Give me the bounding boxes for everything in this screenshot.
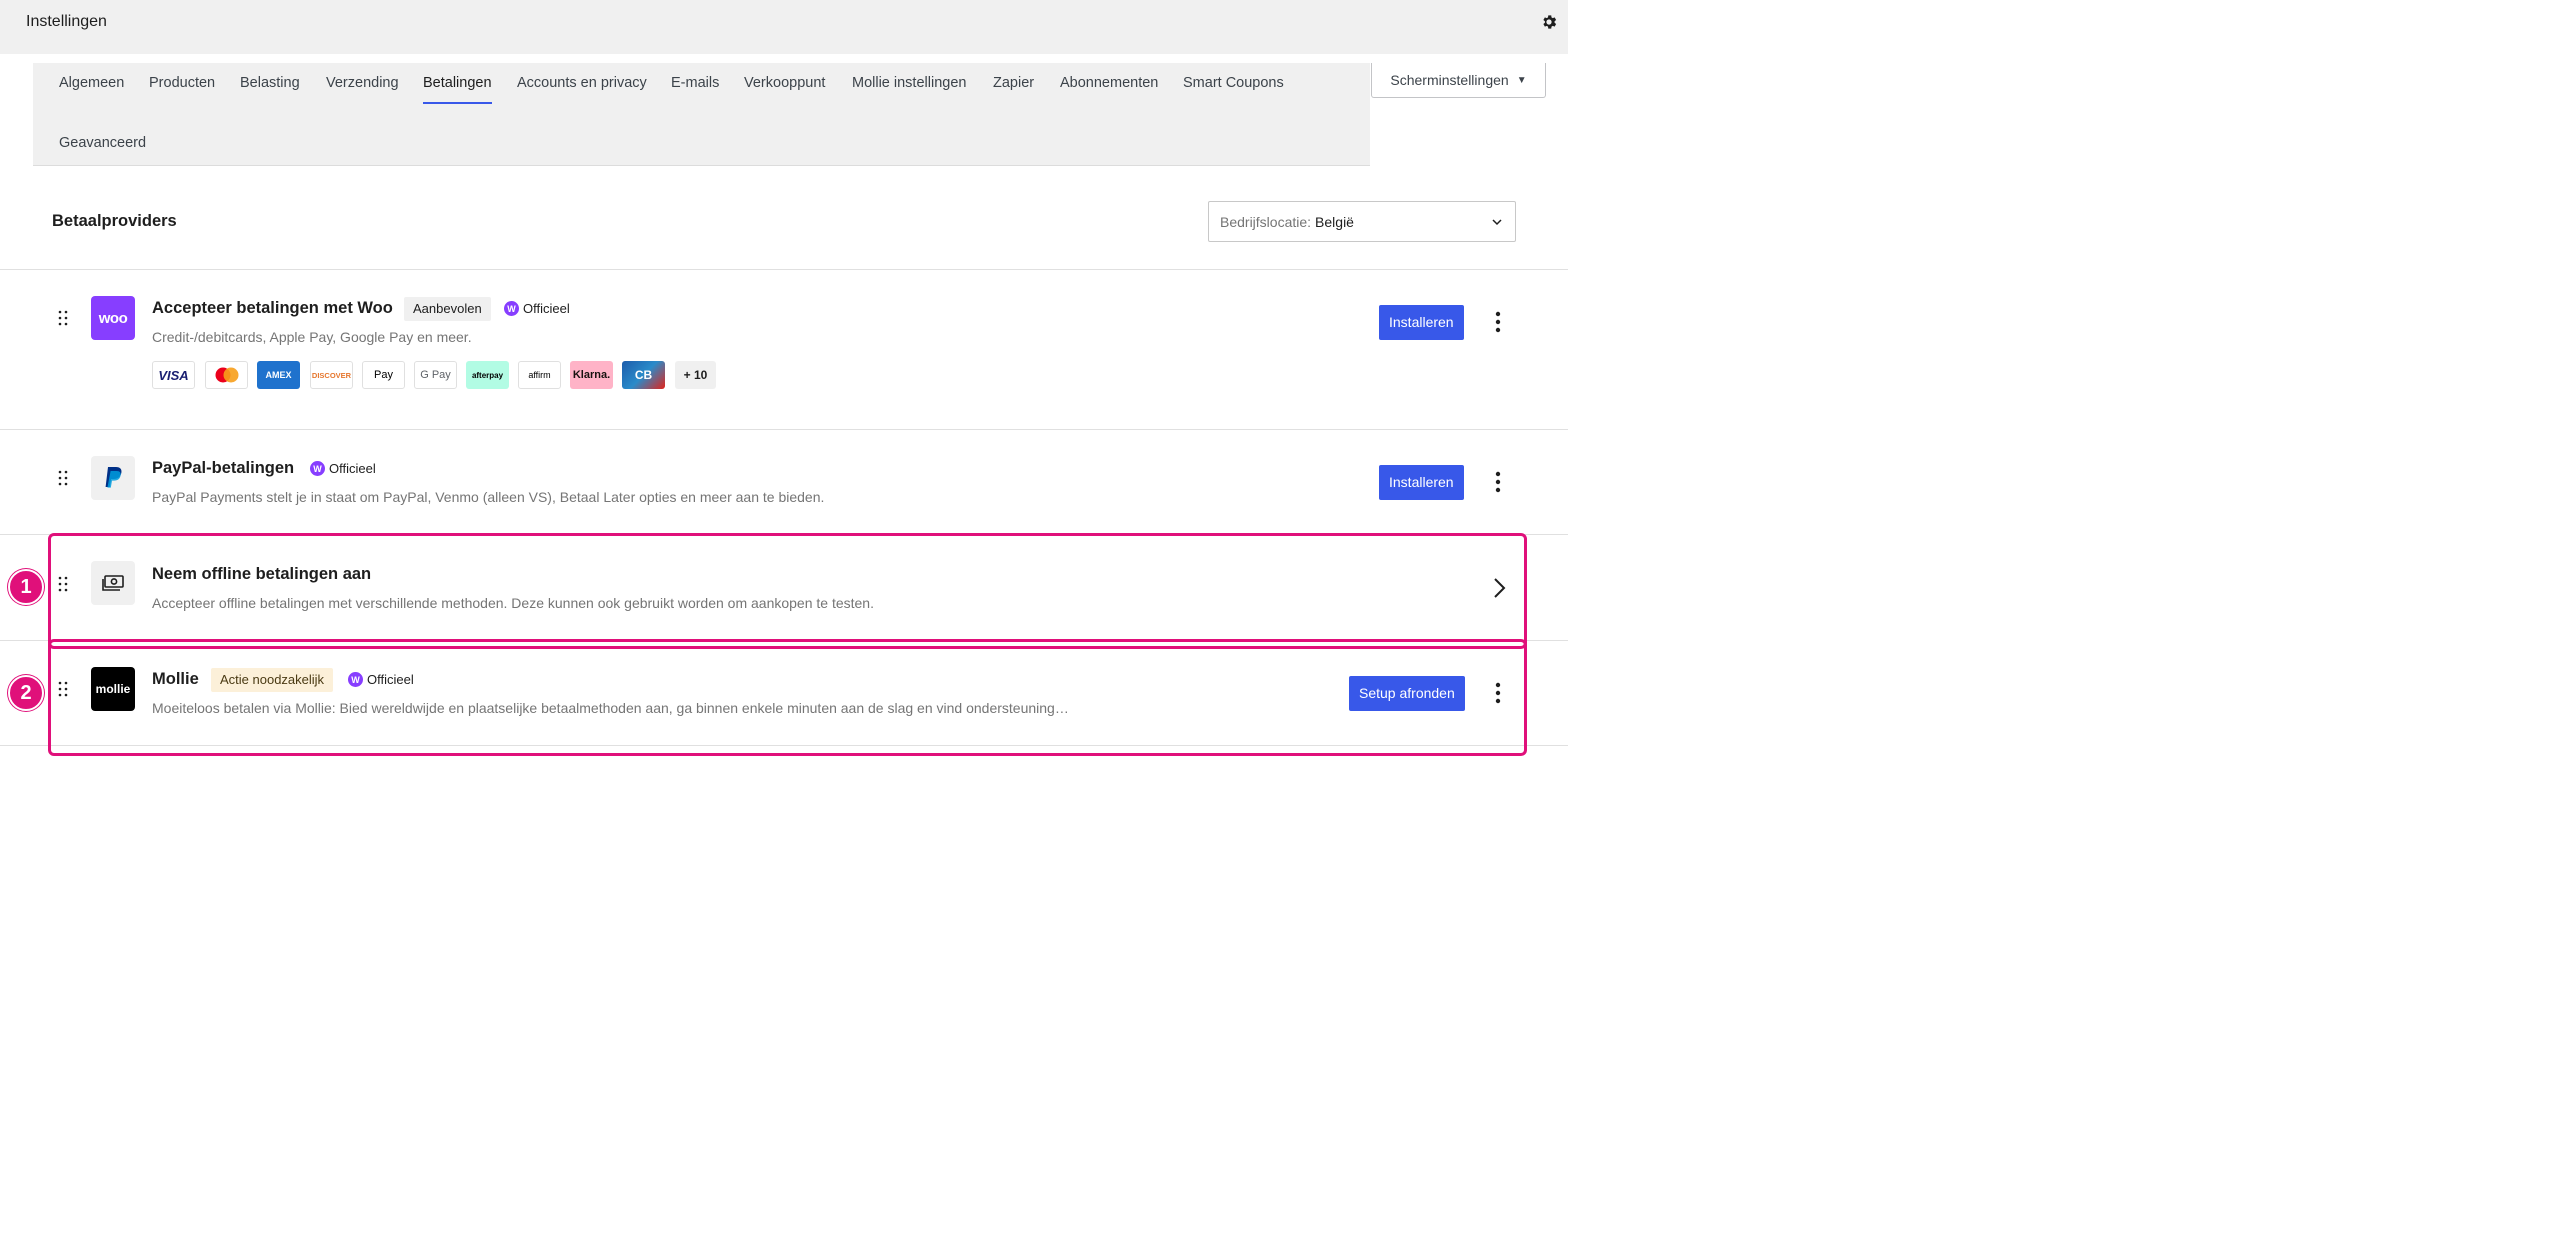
google-pay-icon: G Pay — [414, 361, 457, 389]
install-paypal-button[interactable]: Installeren — [1379, 465, 1464, 500]
highlight-box-2 — [48, 639, 1527, 756]
afterpay-icon: afterpay — [466, 361, 509, 389]
klarna-label: Klarna. — [572, 369, 611, 381]
gear-icon[interactable] — [1540, 13, 1558, 31]
official-badge: W Officieel — [504, 301, 570, 316]
business-location-select[interactable]: Bedrijfslocatie: België — [1208, 201, 1516, 242]
tab-accounts-en-privacy[interactable]: Accounts en privacy — [517, 75, 647, 91]
location-value: België — [1315, 213, 1354, 230]
paypal-icon — [105, 467, 122, 488]
visa-label: VISA — [158, 367, 189, 383]
screen-options-button[interactable]: Scherminstellingen ▼ — [1371, 63, 1546, 98]
discover-label: DISCOVER — [311, 370, 352, 380]
discover-icon: DISCOVER — [310, 361, 353, 389]
provider-name: PayPal-betalingen — [152, 459, 295, 477]
annotation-marker-2: 2 — [8, 675, 44, 711]
tab-producten[interactable]: Producten — [149, 75, 215, 91]
tab-abonnementen[interactable]: Abonnementen — [1060, 75, 1158, 91]
tab-mollie-instellingen[interactable]: Mollie instellingen — [852, 75, 966, 91]
provider-description: Credit-/debitcards, Apple Pay, Google Pa… — [152, 329, 472, 345]
apple-pay-label: Pay — [374, 369, 393, 381]
tab-betalingen[interactable]: Betalingen — [423, 75, 492, 104]
annotation-marker-1: 1 — [8, 569, 44, 605]
afterpay-label: afterpay — [471, 370, 504, 380]
tab-smart-coupons[interactable]: Smart Coupons — [1183, 75, 1284, 91]
location-label: Bedrijfslocatie: — [1220, 213, 1312, 230]
drag-handle-icon[interactable] — [57, 470, 69, 486]
chevron-down-icon — [1492, 219, 1502, 226]
tab-verkooppunt[interactable]: Verkooppunt — [744, 75, 825, 91]
more-methods-badge: + 10 — [675, 361, 716, 389]
tab-algemeen[interactable]: Algemeen — [59, 75, 124, 91]
tab-e-mails[interactable]: E-mails — [671, 75, 719, 91]
woo-w-icon: W — [504, 301, 519, 316]
more-methods-label: + 10 — [683, 368, 708, 382]
divider — [0, 429, 1568, 430]
caret-down-icon: ▼ — [1516, 74, 1527, 86]
cartes-bancaires-icon: CB — [622, 361, 665, 389]
woo-logo: woo — [91, 296, 135, 340]
official-label: Officieel — [329, 461, 376, 476]
tab-verzending[interactable]: Verzending — [326, 75, 399, 91]
woo-w-icon: W — [310, 461, 325, 476]
official-badge: W Officieel — [310, 461, 376, 476]
page-title: Instellingen — [26, 13, 107, 30]
divider — [0, 269, 1568, 270]
tab-belasting[interactable]: Belasting — [240, 75, 300, 91]
cb-label: CB — [634, 368, 653, 382]
amex-label: AMEX — [265, 370, 292, 380]
provider-description: PayPal Payments stelt je in staat om Pay… — [152, 489, 825, 505]
screen-options-label: Scherminstellingen — [1390, 72, 1509, 88]
apple-pay-icon: Pay — [362, 361, 405, 389]
official-label: Officieel — [523, 301, 570, 316]
tab-geavanceerd[interactable]: Geavanceerd — [59, 135, 146, 151]
amex-icon: AMEX — [257, 361, 300, 389]
drag-handle-icon[interactable] — [57, 310, 69, 326]
woo-logo-text: woo — [98, 309, 128, 327]
section-title: Betaalproviders — [52, 212, 177, 230]
visa-icon: VISA — [152, 361, 195, 389]
provider-name: Accepteer betalingen met Woo — [152, 299, 393, 317]
paypal-logo — [91, 456, 135, 500]
more-options-icon[interactable] — [1491, 311, 1505, 333]
more-options-icon[interactable] — [1491, 471, 1505, 493]
affirm-icon: affirm — [518, 361, 561, 389]
klarna-icon: Klarna. — [570, 361, 613, 389]
highlight-box-1 — [48, 533, 1527, 649]
google-pay-label: G Pay — [420, 369, 451, 381]
recommended-badge: Aanbevolen — [404, 297, 491, 321]
mastercard-icon — [205, 361, 248, 389]
top-bar: Instellingen — [0, 0, 1568, 54]
tab-zapier[interactable]: Zapier — [993, 75, 1034, 91]
affirm-label: affirm — [528, 370, 551, 380]
install-woo-button[interactable]: Installeren — [1379, 305, 1464, 340]
